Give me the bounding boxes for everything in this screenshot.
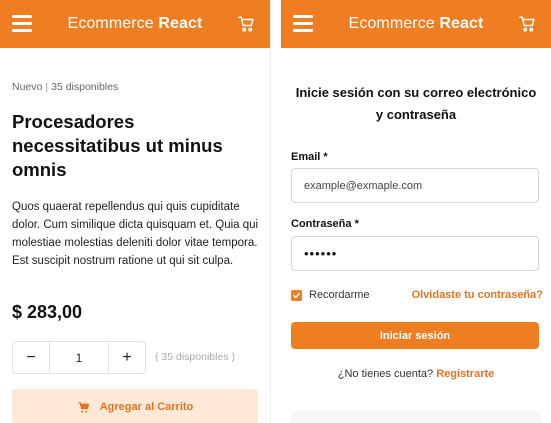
decrement-button[interactable]: − bbox=[13, 342, 49, 373]
remember-checkbox[interactable] bbox=[291, 289, 302, 301]
bottom-strip bbox=[291, 411, 541, 423]
panel-divider bbox=[270, 0, 281, 423]
availability-label: ( 35 disponibles ) bbox=[155, 351, 235, 363]
increment-button[interactable]: + bbox=[109, 342, 145, 373]
add-to-cart-label: Agregar al Carrito bbox=[99, 401, 194, 413]
forgot-password-link[interactable]: Olvidaste tu contraseña? bbox=[412, 289, 543, 301]
remember-label[interactable]: Recordarme bbox=[309, 289, 370, 301]
brand-bold: React bbox=[439, 15, 484, 32]
stock-label: 35 disponibles bbox=[51, 81, 119, 93]
product-price: $ 283,00 bbox=[12, 302, 83, 322]
brand-bold: React bbox=[158, 15, 203, 32]
brand-light: Ecommerce bbox=[348, 15, 435, 32]
no-account-text: ¿No tienes cuenta? bbox=[337, 368, 434, 380]
quantity-value[interactable]: 1 bbox=[49, 342, 109, 373]
password-label: Contraseña * bbox=[291, 218, 359, 230]
sign-in-button[interactable]: Iniciar sesión bbox=[291, 322, 539, 349]
remember-me: Recordarme bbox=[291, 289, 370, 301]
login-screen: Ecommerce React Inicie sesión con su cor… bbox=[281, 0, 551, 423]
login-heading: Inicie sesión con su correo electrónico … bbox=[295, 85, 537, 122]
brand-title[interactable]: Ecommerce React bbox=[0, 15, 270, 33]
product-screen: Ecommerce React Nuevo | 35 disponibles Pro… bbox=[0, 0, 270, 423]
email-label: Email * bbox=[291, 151, 328, 163]
product-description: Quos quaerat repellendus qui quis cupidi… bbox=[12, 201, 259, 267]
condition-label: Nuevo bbox=[12, 81, 43, 93]
meta-separator: | bbox=[45, 81, 49, 93]
add-to-cart-button[interactable]: Agregar al Carrito bbox=[12, 389, 258, 423]
brand-light: Ecommerce bbox=[67, 15, 154, 32]
product-title: Procesadores necessitatibus ut minus omn… bbox=[12, 111, 223, 180]
cart-icon bbox=[78, 401, 89, 413]
quantity-stepper: − 1 + bbox=[12, 341, 146, 374]
check-icon bbox=[293, 292, 300, 298]
brand-title[interactable]: Ecommerce React bbox=[281, 15, 551, 33]
cart-icon[interactable] bbox=[518, 15, 537, 33]
password-field[interactable]: •••••• bbox=[291, 236, 539, 271]
register-link[interactable]: Registrarte bbox=[436, 368, 494, 380]
no-account-prompt: ¿No tienes cuenta? Registrarte bbox=[281, 368, 551, 380]
product-meta: Nuevo | 35 disponibles bbox=[12, 81, 118, 93]
app-bar: Ecommerce React bbox=[0, 0, 270, 48]
email-field[interactable]: example@exmaple.com bbox=[291, 168, 539, 203]
app-bar: Ecommerce React bbox=[281, 0, 551, 48]
cart-icon[interactable] bbox=[237, 15, 256, 33]
